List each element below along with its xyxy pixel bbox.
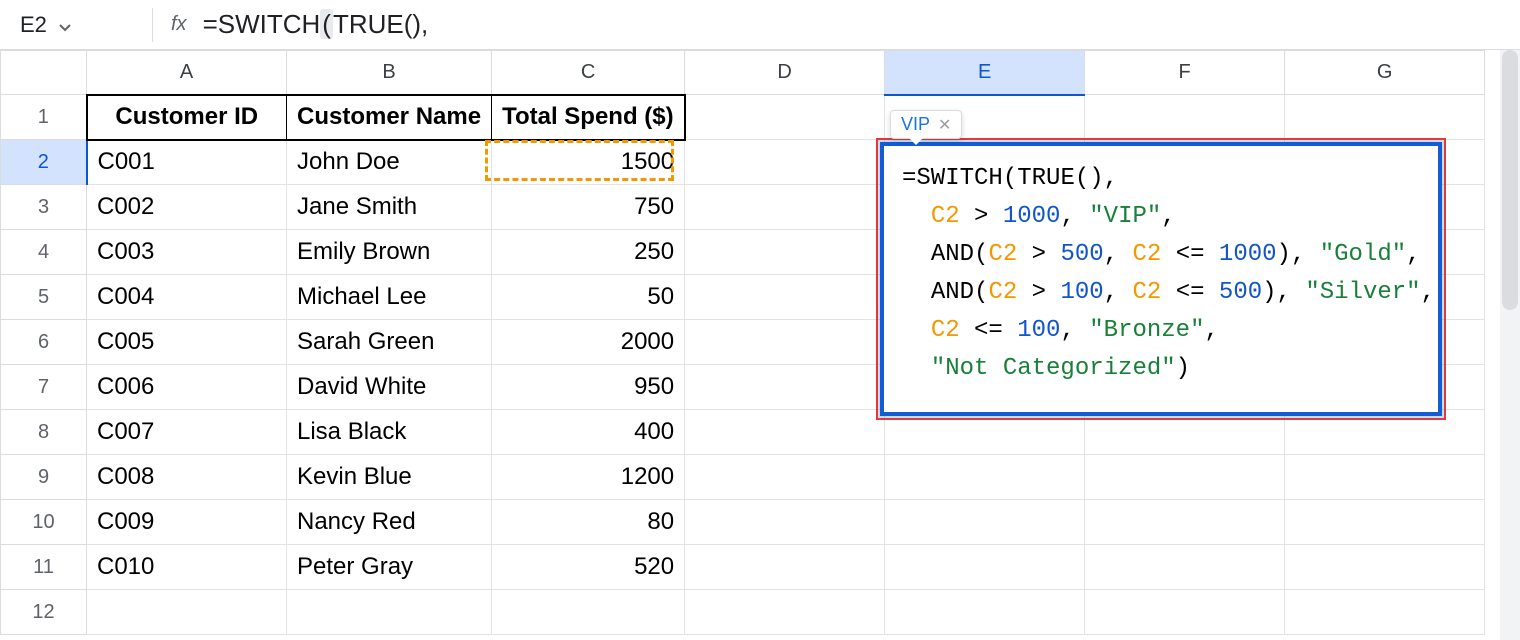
cell-G1[interactable] <box>1285 95 1485 140</box>
cell-B10[interactable]: Nancy Red <box>287 500 492 545</box>
cell-B12[interactable] <box>287 590 492 635</box>
cell-D5[interactable] <box>685 275 885 320</box>
cell-C8[interactable]: 400 <box>492 410 685 455</box>
cell-B4[interactable]: Emily Brown <box>287 230 492 275</box>
cell-C10[interactable]: 80 <box>492 500 685 545</box>
cell-F8[interactable] <box>1085 410 1285 455</box>
row-header-11[interactable]: 11 <box>1 545 87 590</box>
cell-C4[interactable]: 250 <box>492 230 685 275</box>
cell-E8[interactable] <box>885 410 1085 455</box>
cell-A2[interactable]: C001 <box>87 140 287 185</box>
cell-B8[interactable]: Lisa Black <box>287 410 492 455</box>
cell-B11[interactable]: Peter Gray <box>287 545 492 590</box>
row-header-7[interactable]: 7 <box>1 365 87 410</box>
row-header-1[interactable]: 1 <box>1 95 87 140</box>
cell-E10[interactable] <box>885 500 1085 545</box>
cell-F10[interactable] <box>1085 500 1285 545</box>
cell-D12[interactable] <box>685 590 885 635</box>
formula-result-preview-tooltip: VIP ✕ <box>890 110 962 139</box>
cell-F9[interactable] <box>1085 455 1285 500</box>
cell-C9[interactable]: 1200 <box>492 455 685 500</box>
chevron-down-icon[interactable] <box>59 12 71 37</box>
row-header-8[interactable]: 8 <box>1 410 87 455</box>
formula-bar-input[interactable]: =SWITCH(TRUE(), <box>203 9 429 40</box>
cell-A8[interactable]: C007 <box>87 410 287 455</box>
cell-E11[interactable] <box>885 545 1085 590</box>
cell-D11[interactable] <box>685 545 885 590</box>
cell-C12[interactable] <box>492 590 685 635</box>
row-header-10[interactable]: 10 <box>1 500 87 545</box>
cell-C6[interactable]: 2000 <box>492 320 685 365</box>
cell-G10[interactable] <box>1285 500 1485 545</box>
cell-C2[interactable]: 1500 <box>492 140 685 185</box>
column-header-A[interactable]: A <box>87 51 287 95</box>
cell-A1[interactable]: Customer ID <box>87 95 287 140</box>
cell-D3[interactable] <box>685 185 885 230</box>
cell-D1[interactable] <box>685 95 885 140</box>
cell-F12[interactable] <box>1085 590 1285 635</box>
row-header-9[interactable]: 9 <box>1 455 87 500</box>
cell-D9[interactable] <box>685 455 885 500</box>
row-header-6[interactable]: 6 <box>1 320 87 365</box>
cell-C3[interactable]: 750 <box>492 185 685 230</box>
formula-result-value: VIP <box>901 114 930 135</box>
cell-D10[interactable] <box>685 500 885 545</box>
close-icon[interactable]: ✕ <box>938 115 951 135</box>
cell-B7[interactable]: David White <box>287 365 492 410</box>
cell-C1[interactable]: Total Spend ($) <box>492 95 685 140</box>
name-box[interactable]: E2 <box>14 12 134 38</box>
spreadsheet-grid[interactable]: ABCDEFG 1Customer IDCustomer NameTotal Sp… <box>0 50 1520 635</box>
formula-edit-overlay[interactable]: VIP ✕ =SWITCH(TRUE(), C2 > 1000, "VIP", … <box>880 142 1442 416</box>
cell-D7[interactable] <box>685 365 885 410</box>
cell-A9[interactable]: C008 <box>87 455 287 500</box>
column-header-B[interactable]: B <box>287 51 492 95</box>
cell-B2[interactable]: John Doe <box>287 140 492 185</box>
cell-B5[interactable]: Michael Lee <box>287 275 492 320</box>
cell-B1[interactable]: Customer Name <box>287 95 492 140</box>
cell-G11[interactable] <box>1285 545 1485 590</box>
cell-A6[interactable]: C005 <box>87 320 287 365</box>
cell-A10[interactable]: C009 <box>87 500 287 545</box>
cell-G8[interactable] <box>1285 410 1485 455</box>
cell-C5[interactable]: 50 <box>492 275 685 320</box>
fx-icon[interactable]: fx <box>171 13 187 36</box>
cell-E12[interactable] <box>885 590 1085 635</box>
row-header-5[interactable]: 5 <box>1 275 87 320</box>
cell-A3[interactable]: C002 <box>87 185 287 230</box>
cell-B9[interactable]: Kevin Blue <box>287 455 492 500</box>
cell-G12[interactable] <box>1285 590 1485 635</box>
cell-B6[interactable]: Sarah Green <box>287 320 492 365</box>
cell-A7[interactable]: C006 <box>87 365 287 410</box>
select-all-corner[interactable] <box>1 51 87 95</box>
column-header-G[interactable]: G <box>1285 51 1485 95</box>
cell-A5[interactable]: C004 <box>87 275 287 320</box>
cell-C7[interactable]: 950 <box>492 365 685 410</box>
formula-text[interactable]: =SWITCH(TRUE(), C2 > 1000, "VIP", AND(C2… <box>902 160 1420 388</box>
cell-A12[interactable] <box>87 590 287 635</box>
cell-A11[interactable]: C010 <box>87 545 287 590</box>
column-header-E[interactable]: E <box>885 51 1085 95</box>
cell-F11[interactable] <box>1085 545 1285 590</box>
divider <box>152 8 153 42</box>
cell-F1[interactable] <box>1085 95 1285 140</box>
cell-G9[interactable] <box>1285 455 1485 500</box>
formula-bar: E2 fx =SWITCH(TRUE(), <box>0 0 1520 50</box>
cell-D4[interactable] <box>685 230 885 275</box>
column-header-D[interactable]: D <box>685 51 885 95</box>
scrollbar-thumb[interactable] <box>1502 50 1518 310</box>
cell-B3[interactable]: Jane Smith <box>287 185 492 230</box>
column-header-F[interactable]: F <box>1085 51 1285 95</box>
row-header-4[interactable]: 4 <box>1 230 87 275</box>
cell-C11[interactable]: 520 <box>492 545 685 590</box>
cell-E9[interactable] <box>885 455 1085 500</box>
row-header-12[interactable]: 12 <box>1 590 87 635</box>
vertical-scrollbar[interactable] <box>1500 50 1520 640</box>
row-header-2[interactable]: 2 <box>1 140 87 185</box>
row-header-3[interactable]: 3 <box>1 185 87 230</box>
cell-D8[interactable] <box>685 410 885 455</box>
cell-D2[interactable] <box>685 140 885 185</box>
column-header-C[interactable]: C <box>492 51 685 95</box>
cell-D6[interactable] <box>685 320 885 365</box>
cell-A4[interactable]: C003 <box>87 230 287 275</box>
